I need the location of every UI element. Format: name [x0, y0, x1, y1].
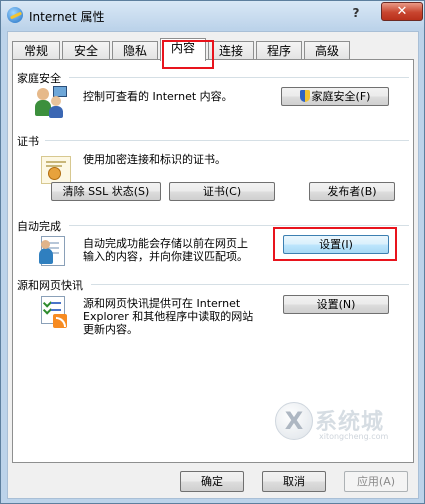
tab-connections[interactable]: 连接	[208, 41, 254, 60]
clear-ssl-state-button[interactable]: 清除 SSL 状态(S)	[51, 182, 161, 201]
shield-icon	[299, 90, 310, 102]
family-safety-button[interactable]: 家庭安全(F)	[281, 87, 389, 106]
divider	[91, 284, 409, 285]
feeds-settings-button[interactable]: 设置(N)	[283, 295, 389, 314]
content-tab-highlight-box	[162, 40, 214, 69]
title-bar[interactable]: Internet 属性 ? ✕	[1, 1, 424, 29]
tab-programs[interactable]: 程序	[256, 41, 302, 60]
autocomplete-highlight-box	[273, 227, 397, 261]
family-icon	[35, 86, 67, 120]
close-button[interactable]: ✕	[381, 2, 423, 21]
autocomplete-description-line-1: 自动完成功能会存储以前在网页上	[83, 237, 248, 250]
watermark-url: xitongcheng.com	[319, 432, 389, 441]
cancel-button[interactable]: 取消	[262, 471, 326, 492]
feeds-description-line-1: 源和网页快讯提供可在 Internet	[83, 297, 241, 310]
tab-security[interactable]: 安全	[62, 41, 110, 60]
autocomplete-icon	[37, 234, 69, 266]
feeds-description-line-2: Explorer 和其他程序中读取的网站	[83, 310, 254, 323]
site-watermark: X 系统城 xitongcheng.com	[269, 398, 409, 452]
window-title: Internet 属性	[29, 10, 105, 24]
tab-privacy[interactable]: 隐私	[112, 41, 158, 60]
family-safety-description: 控制可查看的 Internet 内容。	[83, 90, 233, 103]
tab-general[interactable]: 常规	[12, 41, 60, 60]
tab-advanced[interactable]: 高级	[304, 41, 350, 60]
publishers-button[interactable]: 发布者(B)	[309, 182, 395, 201]
divider	[69, 225, 409, 226]
apply-button[interactable]: 应用(A)	[344, 471, 408, 492]
divider	[45, 140, 409, 141]
internet-explorer-icon	[7, 7, 23, 23]
dialog-body: 常规 安全 隐私 内容 连接 程序 高级 家庭安全 控制可查看的 Interne…	[7, 31, 419, 499]
certificate-icon	[41, 156, 71, 184]
certificates-button[interactable]: 证书(C)	[169, 182, 275, 201]
family-safety-title: 家庭安全	[17, 72, 61, 85]
internet-options-window: Internet 属性 ? ✕ 常规 安全 隐私 内容 连接 程序 高级 家庭安…	[0, 0, 425, 504]
ok-button[interactable]: 确定	[180, 471, 244, 492]
help-button[interactable]: ?	[345, 4, 367, 22]
autocomplete-title: 自动完成	[17, 220, 61, 233]
divider	[69, 77, 409, 78]
feeds-description-line-3: 更新内容。	[83, 323, 138, 336]
content-tab-panel: 家庭安全 控制可查看的 Internet 内容。 家庭安全(F) 证书 使用加密…	[12, 59, 414, 463]
feeds-title: 源和网页快讯	[17, 279, 83, 292]
certificates-title: 证书	[17, 135, 39, 148]
watermark-logo: X	[275, 402, 313, 440]
family-safety-button-label: 家庭安全(F)	[311, 90, 371, 103]
rss-feed-icon	[39, 296, 71, 328]
autocomplete-description-line-2: 输入的内容，并向你建议匹配项。	[83, 250, 248, 263]
certificates-description: 使用加密连接和标识的证书。	[83, 153, 226, 166]
